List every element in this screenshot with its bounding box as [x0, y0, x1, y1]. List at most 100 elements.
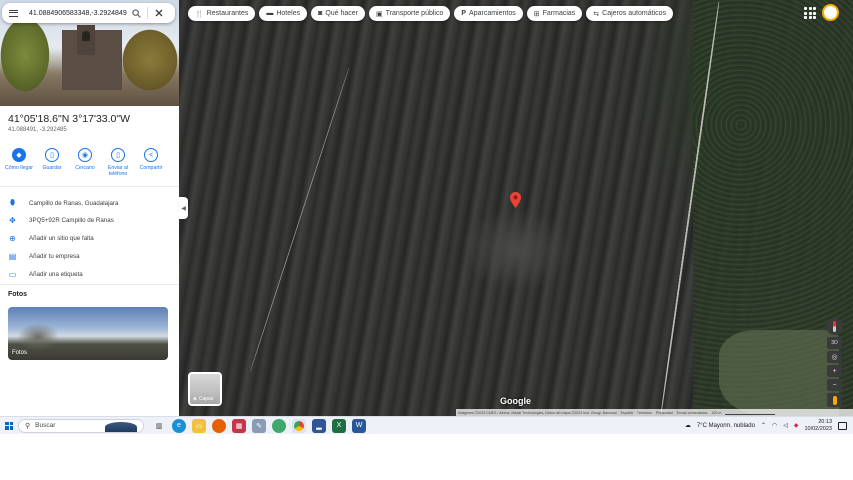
collapse-panel-button[interactable]: ◀ [179, 197, 188, 219]
layers-icon: ◈ [193, 396, 197, 402]
location-pin-icon: ⬮ [9, 198, 16, 207]
map-attribution: Imágenes ©2023 CNES / Airbus, Maxar Tech… [456, 409, 853, 416]
notifications-icon[interactable] [838, 421, 847, 430]
chip-cajeros[interactable]: ⇆ Cajeros automáticos [586, 6, 673, 21]
chip-restaurantes[interactable]: 🍴 Restaurantes [188, 6, 256, 21]
info-row-add-business[interactable]: ▤ Añadir tu empresa [8, 252, 80, 261]
info-row-plus-code[interactable]: ✥ 3PQ5+92R Campillo de Ranas [8, 216, 114, 225]
link-comentarios[interactable]: Enviar comentarios [677, 411, 708, 415]
search-icon [131, 8, 141, 18]
google-apps-icon[interactable] [804, 7, 816, 19]
my-location-icon[interactable]: ◎ [827, 351, 842, 363]
compass-icon[interactable] [826, 318, 843, 335]
app-icon[interactable]: ▂ [312, 418, 326, 433]
search-box [2, 3, 175, 23]
pharmacy-icon: ⊞ [533, 10, 540, 18]
label-icon: ▭ [8, 270, 17, 279]
chevron-left-icon: ◀ [181, 205, 186, 212]
field-area [719, 330, 839, 416]
category-chips: 🍴 Restaurantes ▬ Hoteles ◙ Qué hacer ▣ Trans… [188, 6, 673, 21]
security-icon[interactable]: ◆ [794, 422, 799, 429]
app-icon[interactable]: ✎ [252, 418, 266, 433]
share-button[interactable]: < Compartir [136, 148, 166, 177]
restaurant-icon: 🍴 [195, 10, 204, 18]
link-espana[interactable]: España [621, 411, 633, 415]
action-buttons: ◆ Cómo llegar ▯ Guardar ◉ Cercano ▯ Envi… [4, 148, 166, 177]
photos-heading: Fotos [8, 291, 28, 298]
save-button[interactable]: ▯ Guardar [37, 148, 67, 177]
close-button[interactable] [150, 9, 168, 17]
firefox-icon[interactable] [212, 418, 226, 433]
scale-label: 100 m [711, 410, 722, 415]
directions-icon: ◆ [12, 148, 26, 162]
map-pin-icon[interactable] [510, 192, 521, 208]
chrome-icon[interactable] [292, 418, 306, 433]
maps-app: 🍴 Restaurantes ▬ Hoteles ◙ Qué hacer ▣ Trans… [0, 0, 853, 416]
divider [0, 284, 179, 285]
bookmark-icon: ▯ [45, 148, 59, 162]
parking-icon: P [461, 10, 467, 17]
nearby-button[interactable]: ◉ Cercano [70, 148, 100, 177]
layers-button[interactable]: ◈ Capas [188, 372, 222, 406]
taskbar-search[interactable]: ⚲ Buscar [18, 418, 144, 433]
zoom-in-button[interactable]: + [827, 365, 842, 377]
search-button[interactable] [127, 8, 145, 18]
link-terminos[interactable]: Términos [637, 411, 652, 415]
account-avatar[interactable] [822, 4, 839, 21]
zoom-out-button[interactable]: − [827, 379, 842, 391]
pegman-icon[interactable] [827, 393, 842, 407]
excel-icon[interactable]: X [332, 418, 346, 433]
bus-icon: ▣ [376, 10, 383, 18]
hotel-icon: ▬ [266, 10, 274, 17]
word-icon[interactable]: W [352, 418, 366, 433]
google-logo: Google [500, 396, 531, 406]
divider [0, 186, 179, 187]
app-icon[interactable] [272, 418, 286, 433]
directions-button[interactable]: ◆ Cómo llegar [4, 148, 34, 177]
app-icon[interactable]: ▦ [232, 418, 246, 433]
search-input[interactable] [24, 9, 127, 17]
phone-icon: ▯ [111, 148, 125, 162]
task-view-icon[interactable]: ▥ [152, 419, 166, 433]
windows-icon [5, 421, 13, 430]
system-tray: ☁ 7°C Mayorm. nublado ⌃ ◠ ◁ ◆ 20:13 10/0… [685, 417, 847, 434]
photos-card[interactable]: Fotos [8, 307, 168, 360]
chip-que-hacer[interactable]: ◙ Qué hacer [311, 6, 366, 21]
start-button[interactable] [0, 421, 18, 430]
info-row-add-label[interactable]: ▭ Añadir una etiqueta [8, 270, 83, 279]
chip-aparcamientos[interactable]: P Aparcamientos [454, 6, 523, 21]
wifi-icon[interactable]: ◠ [772, 422, 777, 429]
send-to-phone-button[interactable]: ▯ Enviar al teléfono [103, 148, 133, 177]
atm-icon: ⇆ [593, 10, 600, 18]
menu-icon [8, 9, 18, 17]
info-row-add-place[interactable]: ⊕ Añadir un sitio que falta [8, 234, 94, 243]
weather-text[interactable]: 7°C Mayorm. nublado [697, 423, 755, 429]
file-explorer-icon[interactable]: ▭ [192, 418, 206, 433]
info-row-address[interactable]: ⬮ Campillo de Ranas, Guadalajara [8, 198, 118, 208]
business-icon: ▤ [8, 252, 17, 261]
chevron-up-icon[interactable]: ⌃ [761, 422, 766, 429]
trail [249, 67, 350, 373]
search-icon: ⚲ [25, 422, 31, 430]
volume-icon[interactable]: ◁ [783, 422, 788, 429]
map-controls: 3D ◎ + − [826, 318, 843, 407]
chip-transporte-publico[interactable]: ▣ Transporte público [369, 6, 451, 21]
plus-code-icon: ✥ [9, 216, 16, 225]
share-icon: < [144, 148, 158, 162]
chip-hoteles[interactable]: ▬ Hoteles [259, 6, 308, 21]
windows-taskbar: ⚲ Buscar ▥ e ▭ ▦ ✎ ▂ X W ☁ 7°C Mayorm. n… [0, 416, 853, 434]
3d-toggle[interactable]: 3D [827, 337, 842, 349]
taskbar-apps: ▥ e ▭ ▦ ✎ ▂ X W [152, 418, 366, 433]
nearby-icon: ◉ [78, 148, 92, 162]
place-title: 41°05'18.6"N 3°17'33.0"W [8, 113, 131, 125]
weather-icon: ☁ [684, 423, 691, 429]
chip-farmacias[interactable]: ⊞ Farmacias [526, 6, 583, 21]
scale-bar [725, 411, 776, 415]
menu-button[interactable] [2, 9, 24, 17]
link-privacidad[interactable]: Privacidad [656, 411, 673, 415]
edge-icon[interactable]: e [172, 418, 186, 433]
camera-icon: ◙ [318, 10, 323, 17]
side-panel: 41°05'18.6"N 3°17'33.0"W 41.088491, -3.2… [0, 0, 179, 416]
add-place-icon: ⊕ [9, 234, 16, 243]
clock[interactable]: 20:13 10/02/2023 [804, 419, 832, 433]
